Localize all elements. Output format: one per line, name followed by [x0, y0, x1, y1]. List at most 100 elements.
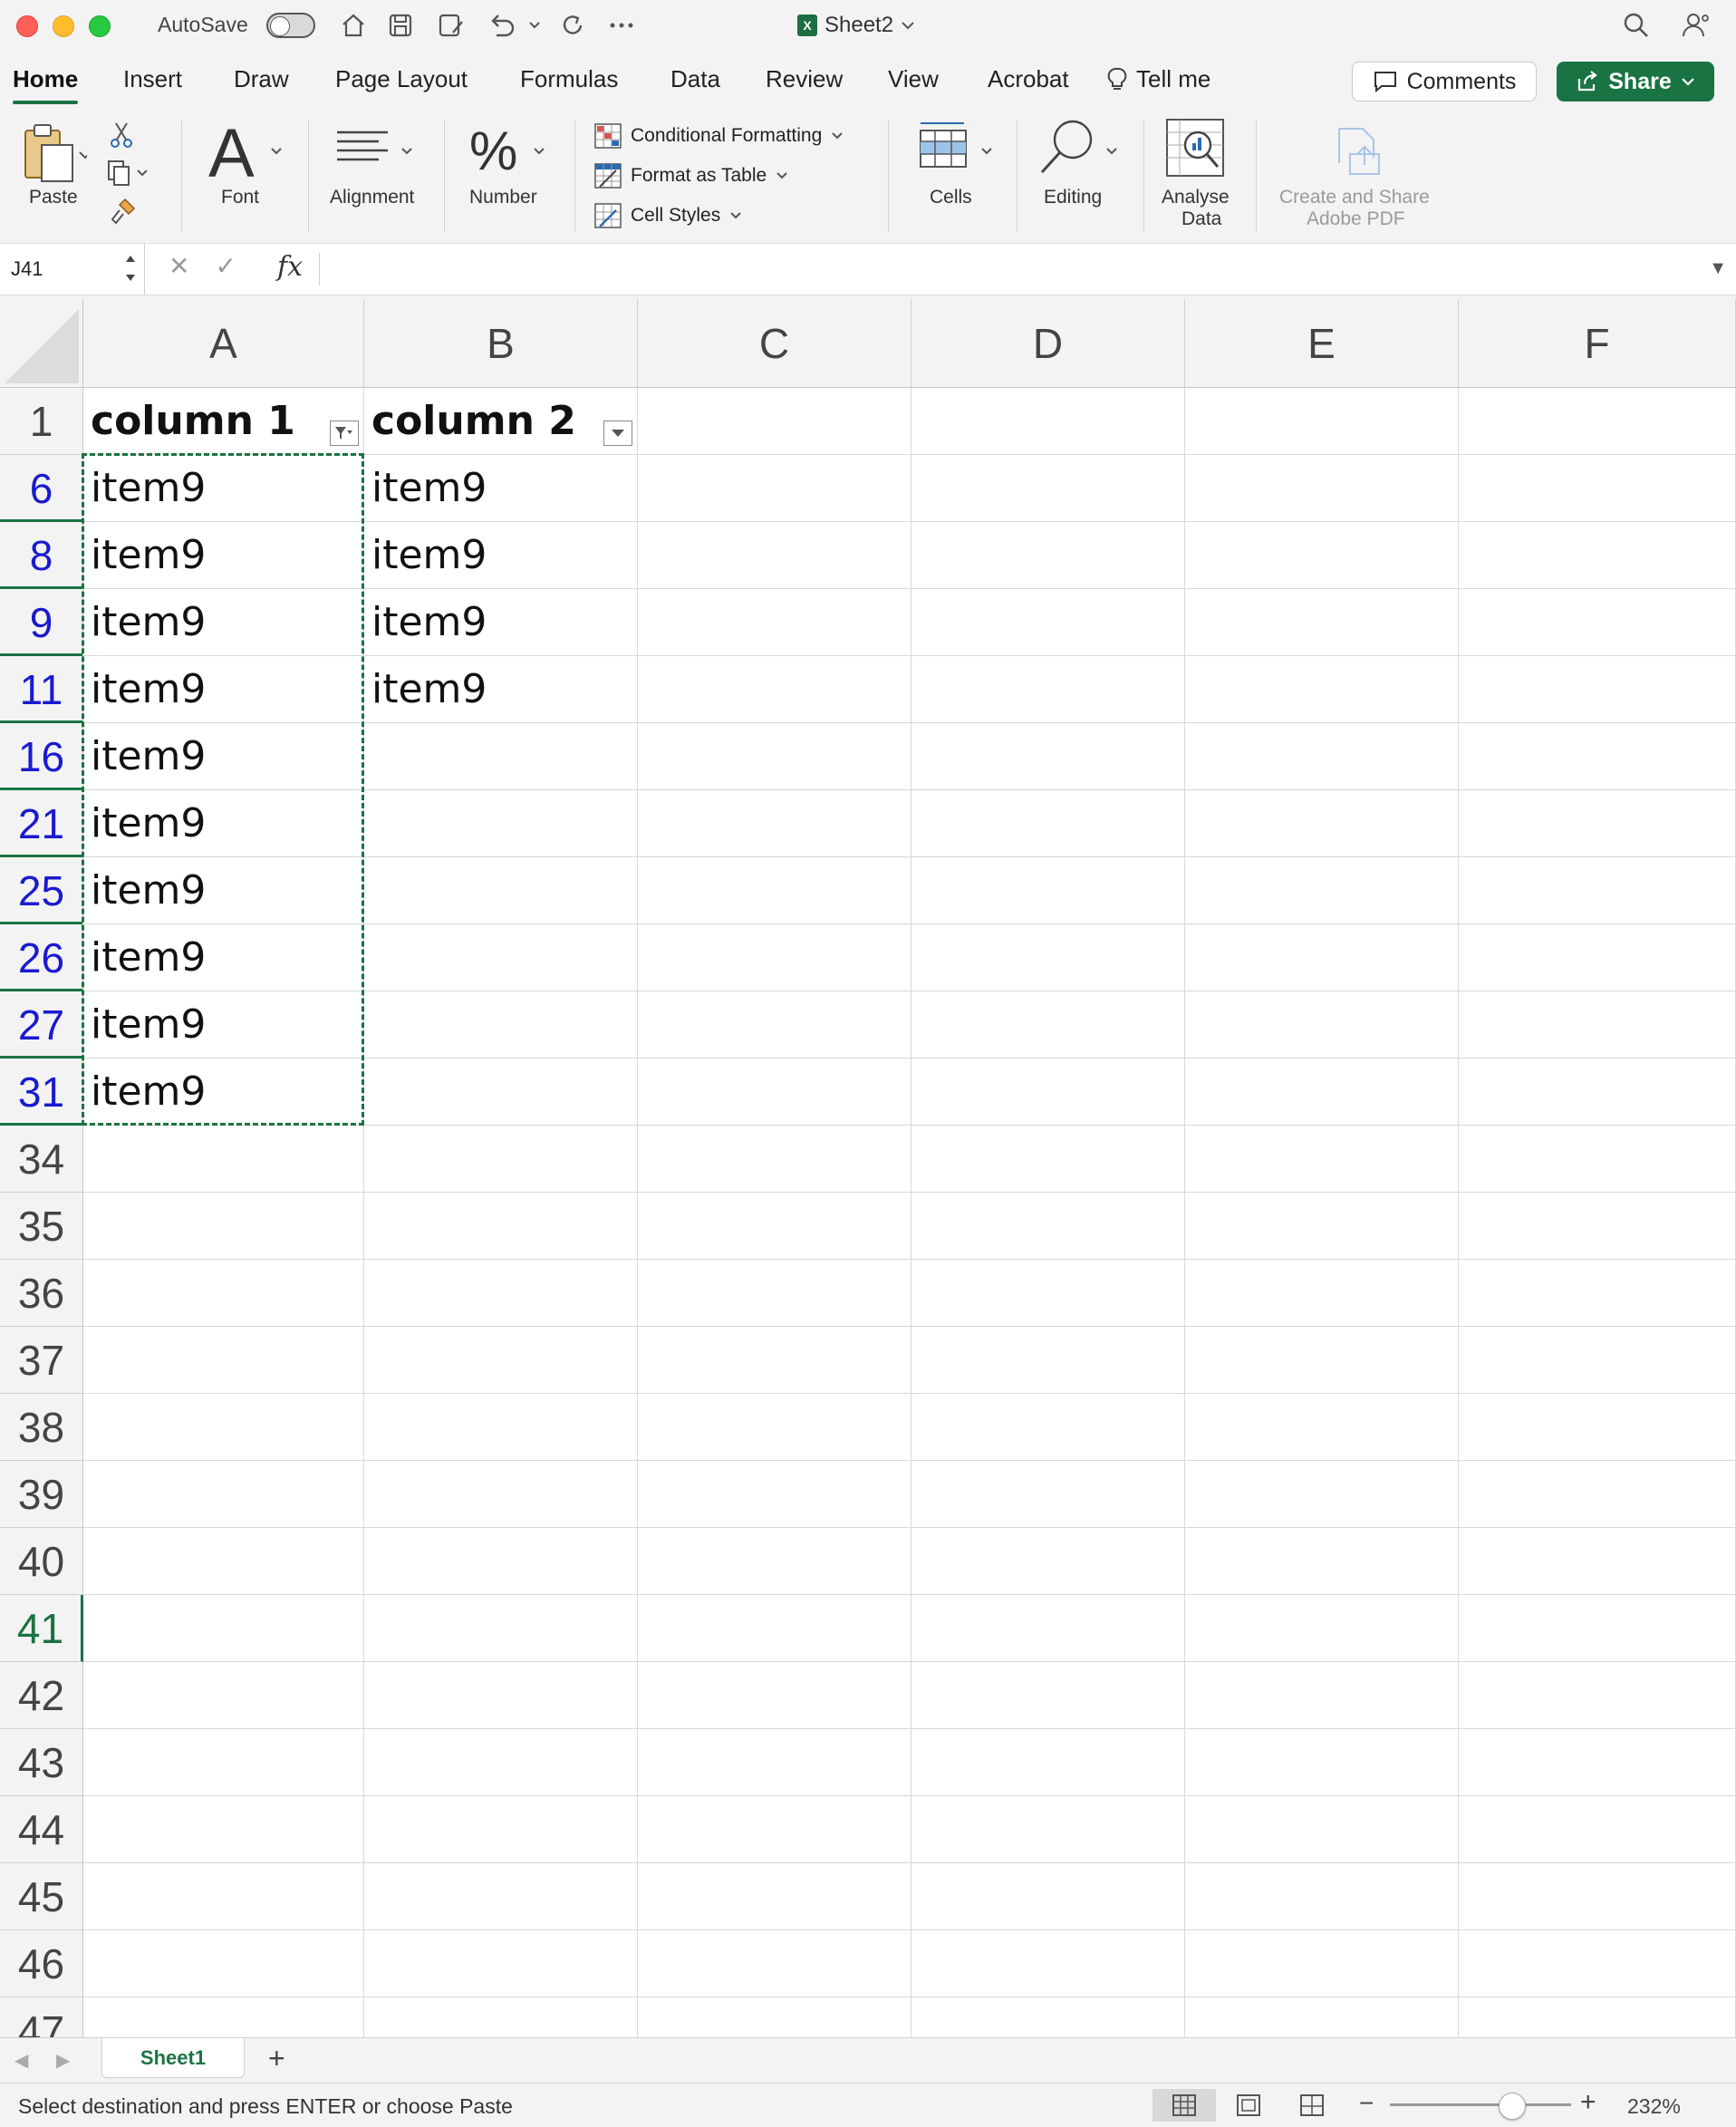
cells-group[interactable]: Cells: [902, 112, 1011, 241]
row-header-9[interactable]: 9: [0, 589, 83, 657]
cell-b8[interactable]: item9: [364, 522, 638, 589]
share-button[interactable]: Share: [1557, 62, 1714, 102]
minimize-window-button[interactable]: [53, 15, 74, 37]
cell-f9[interactable]: [1459, 589, 1736, 656]
cell-a35[interactable]: [83, 1193, 364, 1260]
cell-b40[interactable]: [364, 1528, 638, 1595]
cell-a1[interactable]: column 1: [83, 388, 364, 455]
cell-f37[interactable]: [1459, 1327, 1736, 1394]
cell-b39[interactable]: [364, 1461, 638, 1528]
paste-icon[interactable]: [22, 123, 92, 191]
cell-c34[interactable]: [638, 1126, 911, 1193]
row-header-8[interactable]: 8: [0, 522, 83, 590]
filter-active-icon[interactable]: [330, 421, 359, 446]
cell-b46[interactable]: [364, 1930, 638, 1997]
name-box[interactable]: J41: [0, 244, 145, 295]
tab-insert[interactable]: Insert: [123, 65, 182, 93]
cell-f40[interactable]: [1459, 1528, 1736, 1595]
cell-b42[interactable]: [364, 1662, 638, 1729]
cell-e44[interactable]: [1185, 1796, 1459, 1863]
row-header-34[interactable]: 34: [0, 1126, 83, 1193]
cell-d35[interactable]: [911, 1193, 1185, 1260]
cell-a41[interactable]: [83, 1595, 364, 1662]
cell-f27[interactable]: [1459, 991, 1736, 1059]
conditional-formatting-button[interactable]: Conditional Formatting: [594, 120, 844, 152]
cell-d21[interactable]: [911, 790, 1185, 857]
insert-function-icon[interactable]: fx: [277, 251, 303, 283]
analyse-data-button[interactable]: Analyse Data: [1158, 112, 1249, 241]
row-header-6[interactable]: 6: [0, 455, 83, 523]
cell-f41[interactable]: [1459, 1595, 1736, 1662]
cell-d41[interactable]: [911, 1595, 1185, 1662]
cell-e45[interactable]: [1185, 1863, 1459, 1930]
cell-e42[interactable]: [1185, 1662, 1459, 1729]
save-as-icon[interactable]: [433, 9, 469, 42]
column-header-f[interactable]: F: [1459, 299, 1736, 388]
cell-d16[interactable]: [911, 723, 1185, 790]
cell-c38[interactable]: [638, 1394, 911, 1461]
cell-e8[interactable]: [1185, 522, 1459, 589]
cell-f31[interactable]: [1459, 1059, 1736, 1126]
tab-home[interactable]: Home: [13, 65, 79, 104]
filter-dropdown-icon[interactable]: [603, 421, 632, 446]
cell-e38[interactable]: [1185, 1394, 1459, 1461]
home-icon[interactable]: [337, 9, 370, 42]
font-group[interactable]: A Font: [199, 112, 308, 241]
cell-c31[interactable]: [638, 1059, 911, 1126]
cell-a21[interactable]: item9: [83, 790, 364, 857]
cell-d39[interactable]: [911, 1461, 1185, 1528]
format-painter-icon[interactable]: [109, 198, 136, 229]
row-header-45[interactable]: 45: [0, 1863, 83, 1930]
cancel-entry-icon[interactable]: ✕: [169, 251, 189, 281]
row-header-16[interactable]: 16: [0, 723, 83, 791]
cell-e26[interactable]: [1185, 924, 1459, 991]
cell-d42[interactable]: [911, 1662, 1185, 1729]
document-title[interactable]: X Sheet2: [797, 11, 915, 40]
row-header-37[interactable]: 37: [0, 1327, 83, 1394]
zoom-window-button[interactable]: [89, 15, 111, 37]
save-icon[interactable]: [384, 9, 417, 42]
tell-me[interactable]: Tell me: [1107, 65, 1210, 93]
cell-f25[interactable]: [1459, 857, 1736, 924]
create-share-adobe-pdf-button[interactable]: Create and Share Adobe PDF: [1268, 112, 1450, 241]
cell-a38[interactable]: [83, 1394, 364, 1461]
expand-formula-bar-icon[interactable]: ▼: [1709, 258, 1727, 279]
autosave-toggle[interactable]: [266, 13, 315, 38]
cell-c35[interactable]: [638, 1193, 911, 1260]
cell-c36[interactable]: [638, 1260, 911, 1327]
cell-a37[interactable]: [83, 1327, 364, 1394]
alignment-group[interactable]: Alignment: [323, 112, 440, 241]
name-box-stepper-icon[interactable]: [124, 251, 137, 285]
cell-b37[interactable]: [364, 1327, 638, 1394]
cell-b31[interactable]: [364, 1059, 638, 1126]
cell-d43[interactable]: [911, 1729, 1185, 1796]
cell-f11[interactable]: [1459, 656, 1736, 723]
row-header-46[interactable]: 46: [0, 1930, 83, 1997]
cell-f16[interactable]: [1459, 723, 1736, 790]
cell-a16[interactable]: item9: [83, 723, 364, 790]
cell-c43[interactable]: [638, 1729, 911, 1796]
row-header-38[interactable]: 38: [0, 1394, 83, 1461]
cell-c25[interactable]: [638, 857, 911, 924]
cell-f21[interactable]: [1459, 790, 1736, 857]
cell-d46[interactable]: [911, 1930, 1185, 1997]
cell-b43[interactable]: [364, 1729, 638, 1796]
cell-c40[interactable]: [638, 1528, 911, 1595]
cell-c41[interactable]: [638, 1595, 911, 1662]
cell-e37[interactable]: [1185, 1327, 1459, 1394]
cell-c8[interactable]: [638, 522, 911, 589]
cell-c26[interactable]: [638, 924, 911, 991]
cell-e34[interactable]: [1185, 1126, 1459, 1193]
cell-c1[interactable]: [638, 388, 911, 455]
cell-a40[interactable]: [83, 1528, 364, 1595]
row-header-25[interactable]: 25: [0, 857, 83, 925]
cell-a34[interactable]: [83, 1126, 364, 1193]
cell-a45[interactable]: [83, 1863, 364, 1930]
undo-dropdown-chevron-icon[interactable]: [524, 9, 545, 42]
row-header-35[interactable]: 35: [0, 1193, 83, 1260]
cell-f8[interactable]: [1459, 522, 1736, 589]
cell-d37[interactable]: [911, 1327, 1185, 1394]
row-header-27[interactable]: 27: [0, 991, 83, 1059]
cell-f39[interactable]: [1459, 1461, 1736, 1528]
cell-f44[interactable]: [1459, 1796, 1736, 1863]
